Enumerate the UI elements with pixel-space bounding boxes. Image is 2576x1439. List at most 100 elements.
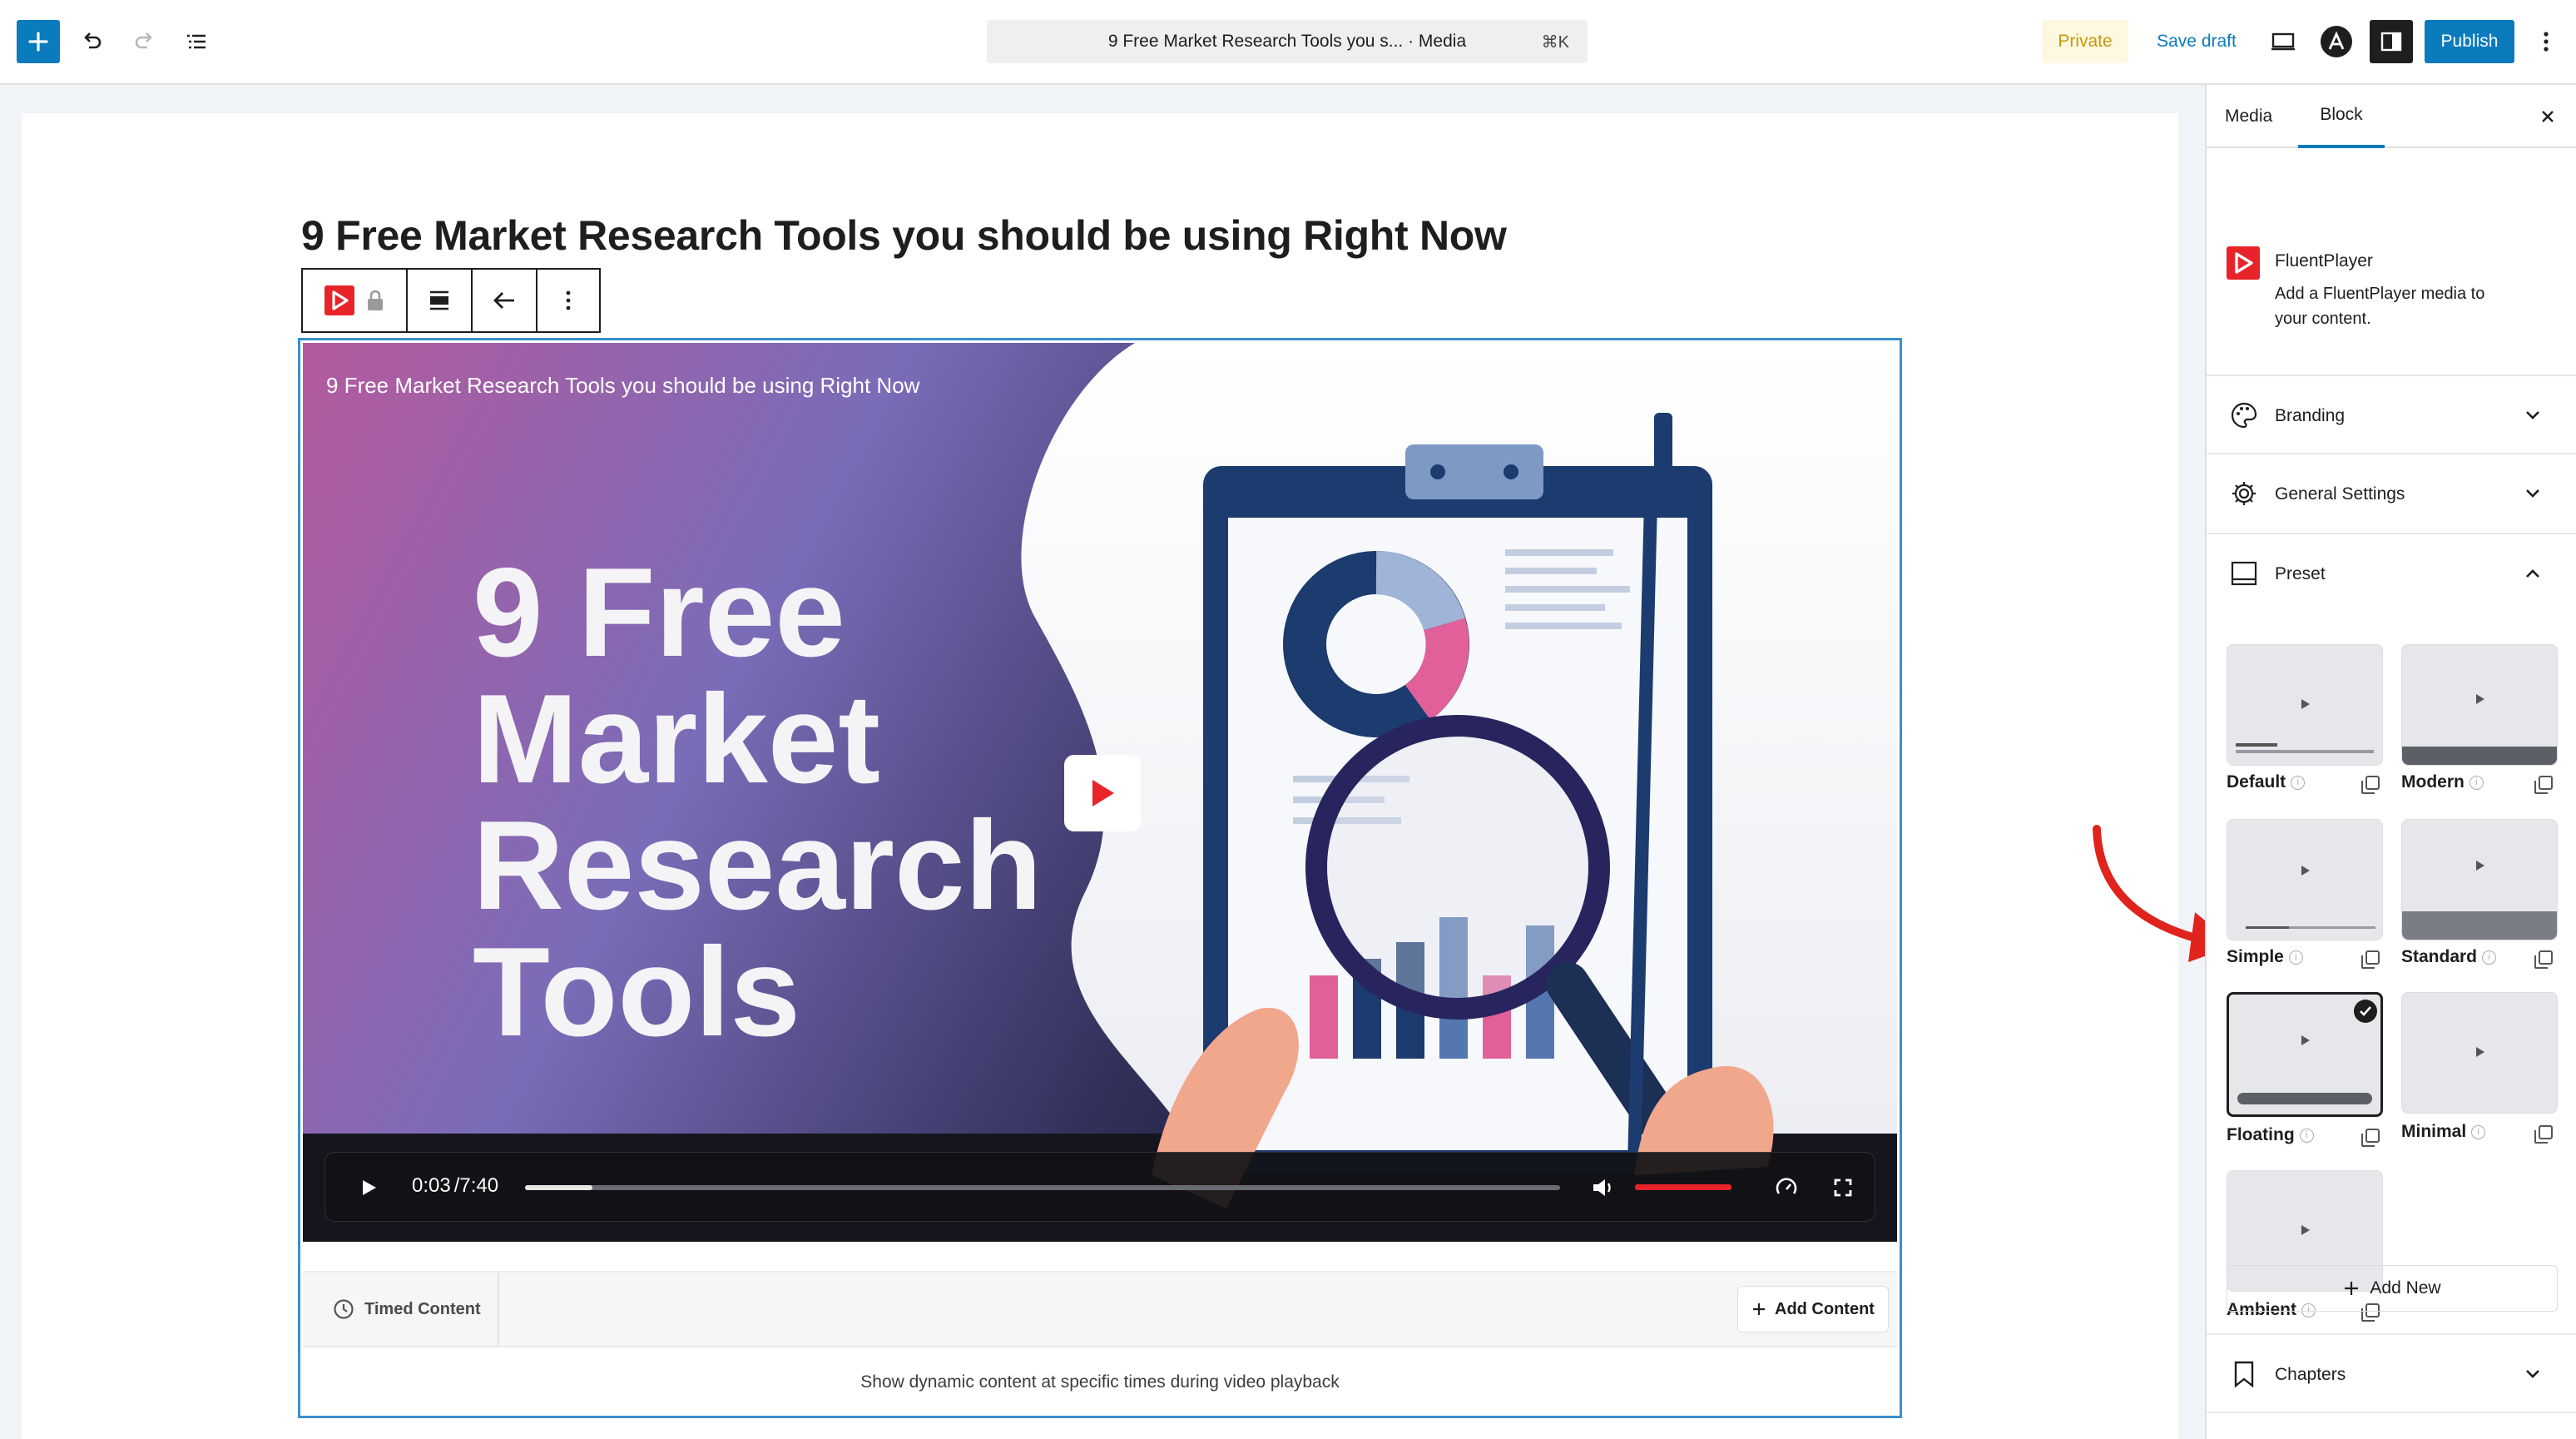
tab-media[interactable]: Media — [2225, 85, 2272, 148]
plus-icon — [1753, 1303, 1765, 1315]
align-center-icon — [430, 290, 448, 310]
fullscreen-button[interactable] — [1825, 1169, 1861, 1206]
duplicate-icon[interactable] — [2533, 949, 2554, 970]
preset-controls-preview — [2237, 1093, 2372, 1104]
preset-thumb-modern[interactable] — [2401, 644, 2558, 766]
add-new-label: Add New — [2370, 1278, 2441, 1298]
block-options-button[interactable] — [537, 270, 599, 331]
plus-icon — [28, 32, 48, 52]
command-palette-bar[interactable]: 9 Free Market Research Tools you s... · … — [987, 20, 1588, 63]
tab-block[interactable]: Block — [2298, 85, 2385, 148]
thumbnail-text-line-2: Market — [473, 668, 880, 810]
general-settings-label: General Settings — [2275, 484, 2405, 504]
preset-thumb-default[interactable] — [2227, 644, 2383, 766]
sidebar-tabs: Media Block — [2207, 85, 2576, 148]
add-content-button[interactable]: Add Content — [1737, 1286, 1889, 1332]
play-icon — [2301, 866, 2310, 876]
lock-icon — [368, 290, 383, 310]
options-menu-button[interactable] — [2529, 23, 2563, 60]
play-icon — [1092, 780, 1114, 806]
undo-button[interactable] — [73, 23, 110, 60]
info-icon[interactable]: i — [2288, 950, 2303, 965]
timed-content-tab[interactable]: Timed Content — [303, 1273, 499, 1346]
chapters-panel-toggle[interactable]: Chapters — [2207, 1333, 2576, 1413]
plugin-avatar-button[interactable] — [2318, 23, 2355, 60]
play-pause-button[interactable] — [350, 1169, 387, 1206]
video-player[interactable]: 9 Free Market Research Tools you should … — [303, 343, 1897, 1242]
document-overview-button[interactable] — [178, 23, 215, 60]
preview-button[interactable] — [2265, 23, 2301, 60]
save-draft-label: Save draft — [2157, 32, 2237, 51]
block-description-1: Add a FluentPlayer media to — [2275, 285, 2485, 303]
play-icon — [2301, 1035, 2310, 1045]
duplicate-icon[interactable] — [2360, 774, 2381, 796]
progress-bar[interactable] — [525, 1185, 1560, 1190]
plus-icon — [2345, 1282, 2359, 1295]
preset-controls-preview — [2402, 747, 2557, 765]
preset-thumb-simple[interactable] — [2227, 819, 2383, 940]
info-icon[interactable]: i — [2291, 775, 2306, 790]
preset-thumb-floating[interactable] — [2227, 992, 2383, 1117]
more-vertical-icon — [566, 290, 571, 310]
preset-label-default: Default i — [2227, 772, 2306, 792]
duplicate-icon[interactable] — [2360, 1127, 2381, 1149]
duplicate-icon[interactable] — [2360, 949, 2381, 970]
volume-fill — [1635, 1184, 1731, 1190]
close-sidebar-button[interactable] — [2529, 98, 2566, 135]
branding-panel-toggle[interactable]: Branding — [2207, 375, 2576, 454]
duplicate-icon[interactable] — [2533, 774, 2554, 796]
save-draft-button[interactable]: Save draft — [2145, 20, 2248, 63]
tab-media-label: Media — [2225, 107, 2273, 126]
more-vertical-icon — [2544, 32, 2549, 52]
preset-thumb-standard[interactable] — [2401, 819, 2558, 940]
palette-icon — [2231, 402, 2257, 429]
align-button[interactable] — [408, 270, 473, 331]
chevron-down-icon — [2526, 489, 2539, 498]
preset-panel-toggle[interactable]: Preset — [2207, 534, 2576, 614]
fluentplayer-icon — [324, 285, 354, 315]
preset-thumb-minimal[interactable] — [2401, 992, 2558, 1114]
redo-button[interactable] — [126, 23, 163, 60]
playback-speed-button[interactable] — [1768, 1169, 1805, 1206]
selected-check-badge — [2354, 1000, 2377, 1023]
play-icon — [2476, 694, 2484, 704]
progress-fill — [525, 1185, 592, 1190]
close-icon — [2542, 111, 2554, 122]
general-settings-panel-toggle[interactable]: General Settings — [2207, 454, 2576, 534]
info-icon[interactable]: i — [2299, 1128, 2314, 1143]
add-new-preset-button[interactable]: Add New — [2227, 1265, 2558, 1312]
volume-slider[interactable] — [1635, 1184, 1731, 1190]
redo-icon — [135, 32, 152, 49]
thumbnail-text-line-4: Tools — [473, 921, 801, 1063]
duplicate-icon[interactable] — [2533, 1124, 2554, 1145]
time-display: 0:03/7:40 — [412, 1174, 498, 1198]
layout-preset-icon — [2231, 561, 2257, 586]
info-icon[interactable]: i — [2482, 950, 2497, 965]
block-name: FluentPlayer — [2275, 251, 2373, 270]
add-block-button[interactable] — [17, 20, 60, 63]
volume-icon — [1593, 1179, 1611, 1196]
gear-icon — [2232, 482, 2256, 505]
bookmark-icon — [2234, 1361, 2254, 1388]
private-status-button[interactable]: Private — [2042, 20, 2128, 63]
play-icon — [2301, 699, 2310, 709]
move-button[interactable] — [473, 270, 537, 331]
preset-name: Default — [2227, 772, 2286, 791]
block-type-button[interactable] — [303, 270, 408, 331]
big-play-button[interactable] — [1064, 755, 1141, 831]
info-icon[interactable]: i — [2469, 775, 2484, 790]
sidebar-icon — [2380, 32, 2402, 52]
preset-name: Standard — [2401, 947, 2478, 966]
editor-header: 9 Free Market Research Tools you s... · … — [0, 0, 2576, 85]
fluentplayer-block[interactable]: 9 Free Market Research Tools you should … — [298, 338, 1902, 1418]
post-title[interactable]: 9 Free Market Research Tools you should … — [301, 211, 1507, 260]
preset-label-minimal: Minimal i — [2401, 1122, 2486, 1142]
plugin-logo-icon — [2321, 26, 2352, 57]
mute-button[interactable] — [1585, 1169, 1622, 1206]
preset-label: Preset — [2275, 564, 2326, 583]
info-icon[interactable]: i — [2471, 1124, 2486, 1139]
settings-toggle-button[interactable] — [2370, 20, 2413, 63]
preset-name: Floating — [2227, 1125, 2295, 1144]
chevron-up-icon — [2526, 569, 2539, 578]
publish-button[interactable]: Publish — [2425, 20, 2514, 63]
